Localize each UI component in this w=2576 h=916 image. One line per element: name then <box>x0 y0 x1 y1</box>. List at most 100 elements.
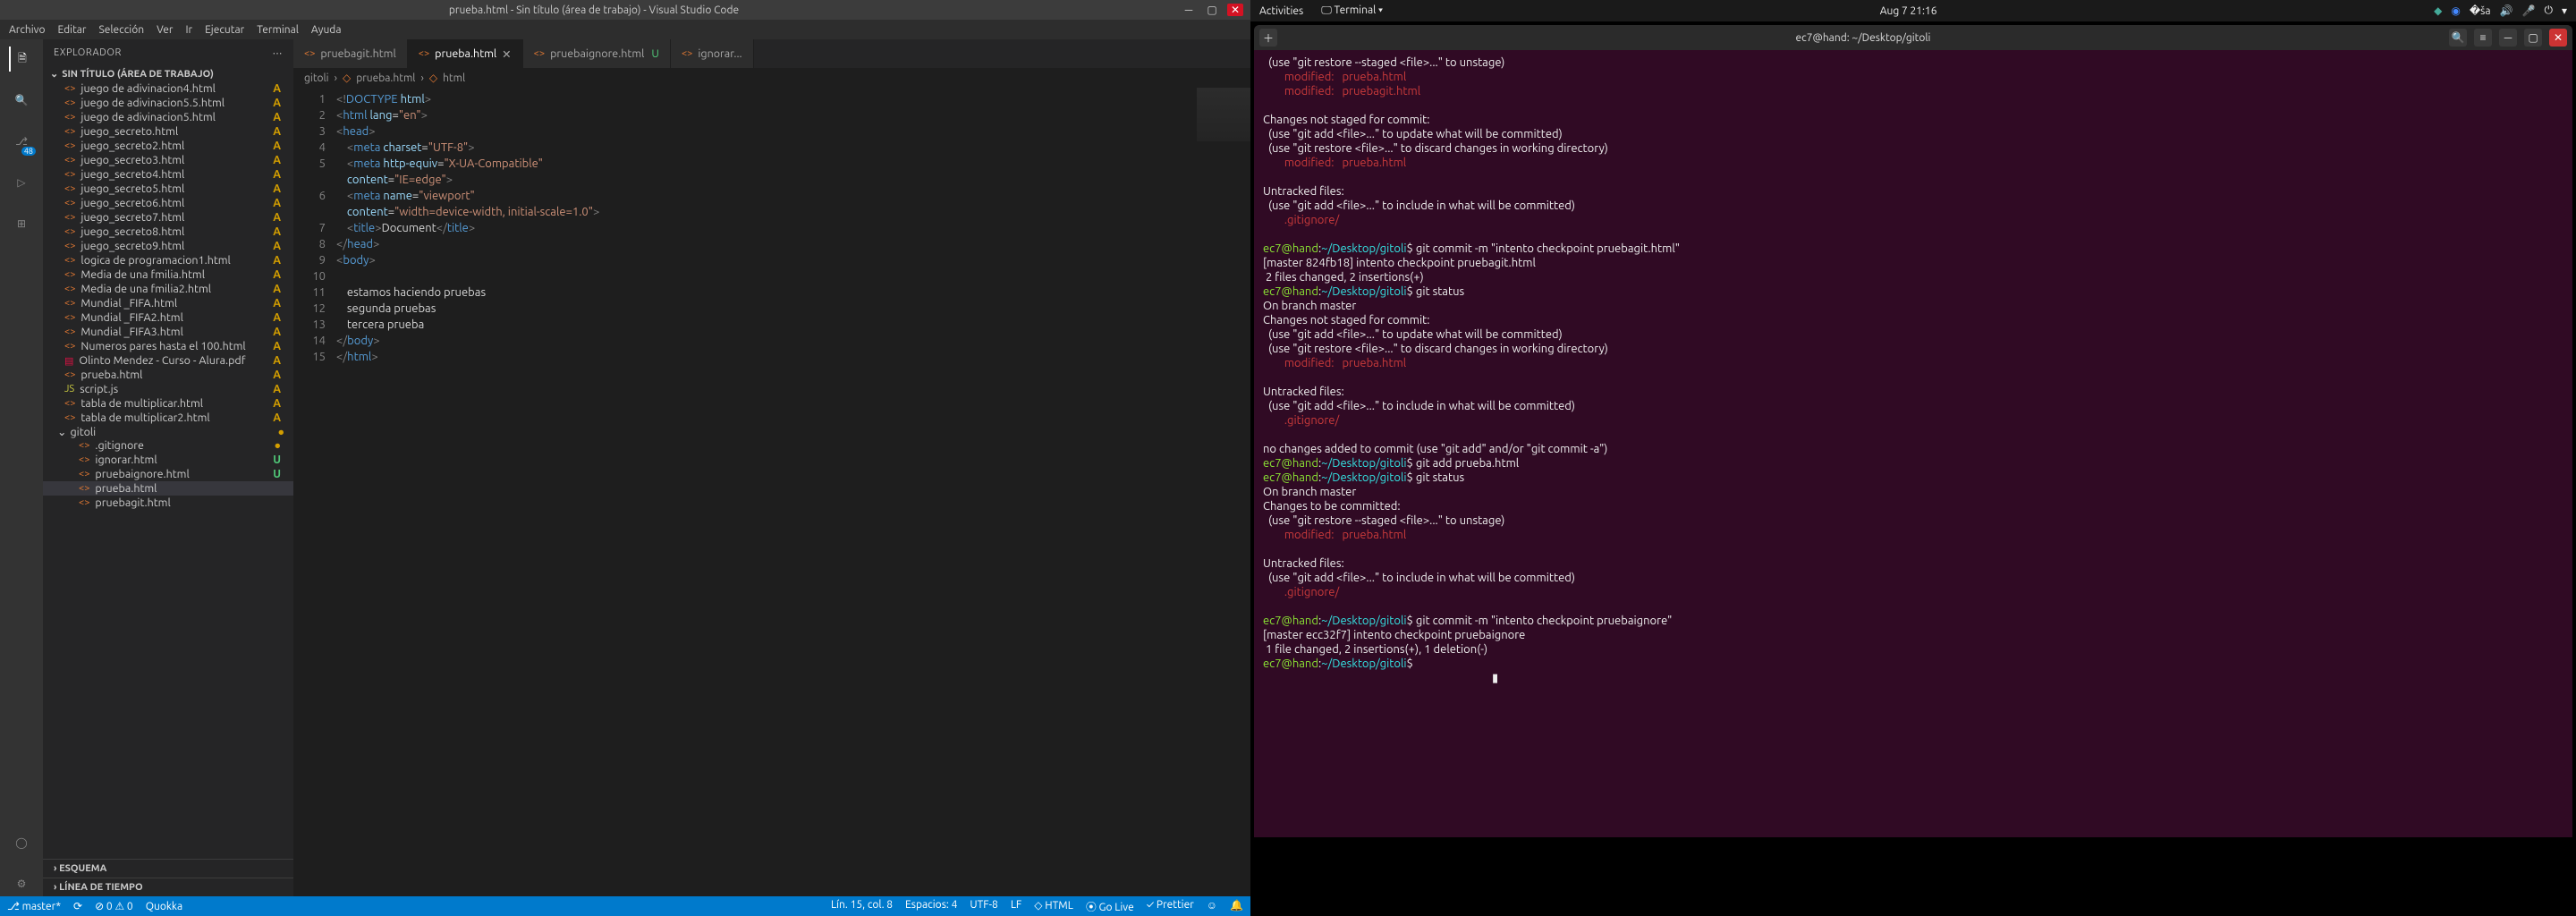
terminal-titlebar: ＋ ec7@hand: ~/Desktop/gitoli 🔍 ≡ ─ ▢ ✕ <box>1254 25 2572 50</box>
maximize-button[interactable]: ▢ <box>1204 4 1220 16</box>
accounts-icon[interactable]: ◯ <box>9 830 34 855</box>
settings-gear-icon[interactable]: ⚙ <box>9 871 34 896</box>
file-row[interactable]: <>juego_secreto6.htmlA <box>43 196 293 210</box>
editor-area[interactable]: 12345 6 789101112131415 <!DOCTYPE html><… <box>293 88 1250 896</box>
timeline-header[interactable]: › LÍNEA DE TIEMPO <box>43 878 293 896</box>
explorer-icon[interactable]: 🗎 <box>9 47 34 72</box>
minimap[interactable] <box>1197 88 1250 141</box>
menubar: ArchivoEditarSelecciónVerIrEjecutarTermi… <box>0 20 1250 39</box>
problems-status[interactable]: ⊘ 0 ⚠ 0 <box>95 900 133 912</box>
terminal-app-button[interactable]: 🖵 Terminal ▾ <box>1321 4 1383 17</box>
editor-tab[interactable]: <>pruebaignore.htmlU <box>523 39 671 68</box>
spaces-status[interactable]: Espacios: 4 <box>905 899 957 914</box>
file-row[interactable]: <>juego_secreto.htmlA <box>43 124 293 139</box>
extensions-icon[interactable]: ⊞ <box>9 211 34 236</box>
file-row[interactable]: <>Mundial _FIFA2.htmlA <box>43 310 293 325</box>
menu-item[interactable]: Editar <box>53 22 92 38</box>
close-button[interactable]: ✕ <box>2549 29 2567 47</box>
folder-row[interactable]: ⌄ gitoli● <box>43 425 293 438</box>
file-row[interactable]: <>tabla de multiplicar.htmlA <box>43 396 293 411</box>
breadcrumb[interactable]: gitoli› ◇prueba.html› ◇html <box>293 68 1250 88</box>
file-row[interactable]: <>juego_secreto2.htmlA <box>43 139 293 153</box>
editor-tab[interactable]: <>pruebagit.html <box>293 39 408 68</box>
file-row[interactable]: <>Numeros pares hasta el 100.htmlA <box>43 339 293 353</box>
file-row[interactable]: <>juego_secreto5.htmlA <box>43 182 293 196</box>
minimize-button[interactable]: ─ <box>2499 29 2517 47</box>
file-row[interactable]: <>ignorar.htmlU <box>43 453 293 467</box>
file-row[interactable]: <>prueba.html <box>43 481 293 496</box>
cursor-position[interactable]: Lín. 15, col. 8 <box>831 899 893 914</box>
file-row[interactable]: <>juego de adivinacion5.htmlA <box>43 110 293 124</box>
file-row[interactable]: <>tabla de multiplicar2.htmlA <box>43 411 293 425</box>
file-row[interactable]: <>Mundial _FIFA3.htmlA <box>43 325 293 339</box>
file-row[interactable]: ▤Olinto Mendez - Curso - Alura.pdfA <box>43 353 293 368</box>
tray-app-icon[interactable]: ◉ <box>2451 4 2460 17</box>
file-row[interactable]: <>juego_secreto7.htmlA <box>43 210 293 225</box>
editor-tab[interactable]: <>ignorar... <box>671 39 754 68</box>
system-tray: ◆ ◉ �ša 🔊 🎤 ⏻ ▾ <box>2434 4 2567 17</box>
eol-status[interactable]: LF <box>1011 899 1021 914</box>
titlebar: prueba.html - Sin título (área de trabaj… <box>0 0 1250 20</box>
network-icon[interactable]: �ša <box>2470 4 2491 17</box>
file-row[interactable]: <>prueba.htmlA <box>43 368 293 382</box>
editor-tabs: <>pruebagit.html<>prueba.html✕<>pruebaig… <box>293 39 1250 68</box>
volume-icon[interactable]: 🔊 <box>2500 4 2513 17</box>
file-row[interactable]: <>Media de una fmilia.htmlA <box>43 267 293 282</box>
gnome-desktop: Activities 🖵 Terminal ▾ Aug 7 21:16 ◆ ◉ … <box>1250 0 2576 916</box>
feedback-icon[interactable]: ☺ <box>1207 899 1217 914</box>
file-row[interactable]: <>juego_secreto4.htmlA <box>43 167 293 182</box>
menu-item[interactable]: Archivo <box>4 22 51 38</box>
minimize-button[interactable]: ─ <box>1181 4 1197 16</box>
editor-tab[interactable]: <>prueba.html✕ <box>408 39 523 68</box>
golive-status[interactable]: ⦿ Go Live <box>1086 899 1134 914</box>
new-tab-button[interactable]: ＋ <box>1259 29 1277 47</box>
terminal-content[interactable]: (use "git restore --staged <file>..." to… <box>1254 50 2572 837</box>
encoding-status[interactable]: UTF-8 <box>970 899 997 914</box>
close-button[interactable]: ✕ <box>1227 4 1243 16</box>
sync-status[interactable]: ⟳ <box>73 900 82 912</box>
tray-app-icon[interactable]: ◆ <box>2434 4 2442 17</box>
workspace-header[interactable]: ⌄ SIN TÍTULO (ÁREA DE TRABAJO) <box>43 66 293 81</box>
branch-status[interactable]: ⎇ master* <box>7 900 61 912</box>
quokka-status[interactable]: Quokka <box>146 901 182 912</box>
menu-button[interactable]: ≡ <box>2474 29 2492 47</box>
outline-header[interactable]: › ESQUEMA <box>43 859 293 878</box>
file-row[interactable]: <>logica de programacion1.htmlA <box>43 253 293 267</box>
source-control-icon[interactable]: ⎇48 <box>9 129 34 154</box>
file-row[interactable]: <>juego_secreto9.htmlA <box>43 239 293 253</box>
file-row[interactable]: <>pruebaignore.htmlU <box>43 467 293 481</box>
prettier-status[interactable]: ✓ Prettier <box>1147 899 1194 914</box>
run-debug-icon[interactable]: ▷ <box>9 170 34 195</box>
file-row[interactable]: <>juego de adivinacion5.5.htmlA <box>43 96 293 110</box>
menu-item[interactable]: Selección <box>93 22 149 38</box>
file-row[interactable]: <>juego_secreto3.htmlA <box>43 153 293 167</box>
file-row[interactable]: <>.gitignore● <box>43 438 293 453</box>
menu-item[interactable]: Ver <box>151 22 178 38</box>
search-button[interactable]: 🔍 <box>2449 29 2467 47</box>
menu-item[interactable]: Ir <box>180 22 198 38</box>
menu-item[interactable]: Ejecutar <box>199 22 250 38</box>
file-row[interactable]: <>Media de una fmilia2.htmlA <box>43 282 293 296</box>
file-row[interactable]: <>Mundial _FIFA.htmlA <box>43 296 293 310</box>
clock[interactable]: Aug 7 21:16 <box>1383 5 2434 17</box>
bell-icon[interactable]: 🔔 <box>1230 899 1243 914</box>
sidebar: EXPLORADOR ⋯ ⌄ SIN TÍTULO (ÁREA DE TRABA… <box>43 39 293 896</box>
search-icon[interactable]: 🔍 <box>9 88 34 113</box>
power-icon[interactable]: ⏻ <box>2544 4 2553 17</box>
file-row[interactable]: <>pruebagit.html <box>43 496 293 510</box>
activity-bar: 🗎 🔍 ⎇48 ▷ ⊞ ◯ ⚙ <box>0 39 43 896</box>
menu-item[interactable]: Ayuda <box>306 22 347 38</box>
menu-item[interactable]: Terminal <box>251 22 304 38</box>
more-icon[interactable]: ⋯ <box>273 47 284 59</box>
file-row[interactable]: <>juego de adivinacion4.htmlA <box>43 81 293 96</box>
language-status[interactable]: ◇ HTML <box>1034 899 1073 914</box>
mic-icon[interactable]: 🎤 <box>2522 4 2536 17</box>
activities-button[interactable]: Activities <box>1259 5 1303 17</box>
file-row[interactable]: <>juego_secreto8.htmlA <box>43 225 293 239</box>
desktop-background <box>1250 841 2576 916</box>
chevron-down-icon[interactable]: ▾ <box>2562 4 2567 17</box>
maximize-button[interactable]: ▢ <box>2524 29 2542 47</box>
code-content[interactable]: <!DOCTYPE html><html lang="en"><head> <m… <box>336 88 1250 896</box>
explorer-label: EXPLORADOR <box>54 47 122 58</box>
file-row[interactable]: JSscript.jsA <box>43 382 293 396</box>
